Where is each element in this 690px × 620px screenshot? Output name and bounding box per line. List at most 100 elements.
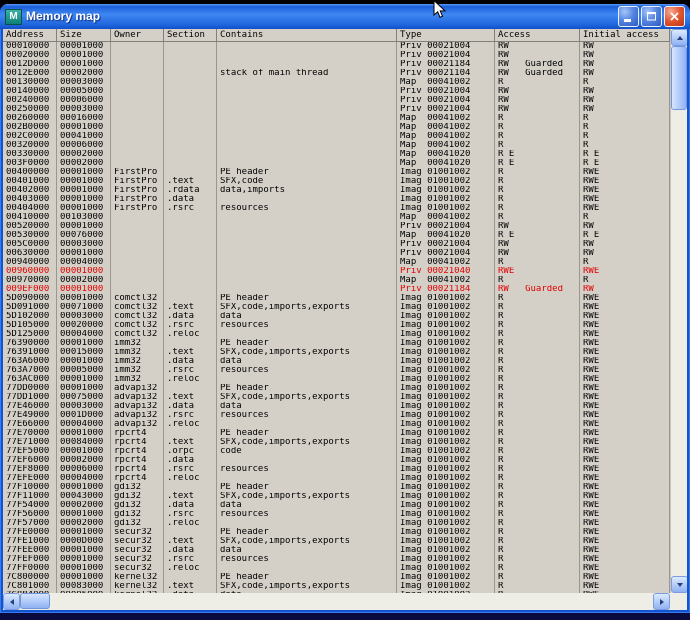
cell-access: R	[495, 555, 580, 564]
table-row[interactable]: 0040000000001000FirstProPE headerImag 01…	[3, 168, 670, 177]
column-header-address[interactable]: Address	[3, 29, 57, 41]
table-row[interactable]: 77F5700000002000gdi32.relocImag 01001002…	[3, 519, 670, 528]
table-row[interactable]: 77E490000001D000advapi32.rsrcresourcesIm…	[3, 411, 670, 420]
cell-size: 00002000	[57, 150, 111, 159]
table-row[interactable]: 5D09000000001000comctl32PE headerImag 01…	[3, 294, 670, 303]
cell-initial: RWE	[580, 330, 670, 339]
table-row[interactable]: 002B000000001000Map 00041002RR	[3, 123, 670, 132]
table-row[interactable]: 77E6600000004000advapi32.relocImag 01001…	[3, 420, 670, 429]
table-row[interactable]: 0014000000005000Priv 00021004RWRW	[3, 87, 670, 96]
scroll-left-button[interactable]	[3, 593, 20, 610]
column-header-type[interactable]: Type	[397, 29, 495, 41]
table-row[interactable]: 7C80100000083000kernel32.textSFX,code,im…	[3, 582, 670, 591]
table-row[interactable]: 002C000000041000Map 00041002RR	[3, 132, 670, 141]
table-row[interactable]: 77DD000000001000advapi32PE headerImag 01…	[3, 384, 670, 393]
table-row[interactable]: 7639000000001000imm32PE headerImag 01001…	[3, 339, 670, 348]
table-row[interactable]: 763A700000005000imm32.rsrcresourcesImag …	[3, 366, 670, 375]
vertical-scrollbar[interactable]	[670, 29, 687, 593]
table-row[interactable]: 77E7100000084000rpcrt4.textSFX,code,impo…	[3, 438, 670, 447]
table-row[interactable]: 77FE10000000D000secur32.textSFX,code,imp…	[3, 537, 670, 546]
vertical-scroll-thumb[interactable]	[671, 46, 687, 110]
minimize-button[interactable]	[618, 6, 639, 27]
close-button[interactable]	[664, 6, 685, 27]
table-row[interactable]: 77DD100000075000advapi32.textSFX,code,im…	[3, 393, 670, 402]
scroll-down-button[interactable]	[671, 576, 687, 593]
vertical-scroll-track[interactable]	[671, 46, 687, 576]
table-row[interactable]: 77F5600000001000gdi32.rsrcresourcesImag …	[3, 510, 670, 519]
horizontal-scroll-track[interactable]	[20, 593, 653, 610]
table-row[interactable]: 0040200000001000FirstPro.rdatadata,impor…	[3, 186, 670, 195]
table-row[interactable]: 77F1000000001000gdi32PE headerImag 01001…	[3, 483, 670, 492]
cell-size: 00002000	[57, 456, 111, 465]
table-row[interactable]: 0012E00000002000stack of main threadPriv…	[3, 69, 670, 78]
table-row[interactable]: 0052000000001000Priv 00021004RWRW	[3, 222, 670, 231]
cell-initial: RWE	[580, 294, 670, 303]
table-row[interactable]: 0096000000001000Priv 00021040RWERWE	[3, 267, 670, 276]
table-row[interactable]: 003F000000002000Map 00041020R ER E	[3, 159, 670, 168]
table-row[interactable]: 5D10200000003000comctl32.datadataImag 01…	[3, 312, 670, 321]
table-row[interactable]: 77F1100000043000gdi32.textSFX,code,impor…	[3, 492, 670, 501]
table-row[interactable]: 77FF000000001000secur32.relocImag 010010…	[3, 564, 670, 573]
table-row[interactable]: 5D09100000071000comctl32.textSFX,code,im…	[3, 303, 670, 312]
cell-contains	[217, 60, 397, 69]
column-header-size[interactable]: Size	[57, 29, 111, 41]
table-row[interactable]: 77F5400000002000gdi32.datadataImag 01001…	[3, 501, 670, 510]
table-row[interactable]: 0033000000002000Map 00041020R ER E	[3, 150, 670, 159]
table-row[interactable]: 0032000000006000Map 00041002RR	[3, 141, 670, 150]
table-row[interactable]: 0040100000001000FirstPro.textSFX,codeIma…	[3, 177, 670, 186]
table-row[interactable]: 7639100000015000imm32.textSFX,code,impor…	[3, 348, 670, 357]
table-row[interactable]: 0012D00000001000Priv 00021184RW GuardedR…	[3, 60, 670, 69]
window-icon[interactable]: M	[5, 9, 22, 25]
table-row[interactable]: 0024000000006000Priv 00021004RWRW	[3, 96, 670, 105]
table-row[interactable]: 77EF600000002000rpcrt4.dataImag 01001002…	[3, 456, 670, 465]
table-row[interactable]: 0040400000001000FirstPro.rsrcresourcesIm…	[3, 204, 670, 213]
table-row[interactable]: 77EFE00000004000rpcrt4.relocImag 0100100…	[3, 474, 670, 483]
titlebar[interactable]: M Memory map	[0, 4, 690, 29]
cell-contains: code	[217, 447, 397, 456]
table-row[interactable]: 77FEE00000001000secur32.datadataImag 010…	[3, 546, 670, 555]
column-header-section[interactable]: Section	[164, 29, 217, 41]
table-row[interactable]: 0063000000001000Priv 00021004RWRW	[3, 249, 670, 258]
table-row[interactable]: 77E4600000003000advapi32.datadataImag 01…	[3, 402, 670, 411]
cell-size: 00003000	[57, 402, 111, 411]
table-row[interactable]: 7C80000000001000kernel32PE headerImag 01…	[3, 573, 670, 582]
table-row[interactable]: 0002000000001000Priv 00021004RWRW	[3, 51, 670, 60]
cell-initial: R	[580, 123, 670, 132]
table-row[interactable]: 77EF500000001000rpcrt4.orpccodeImag 0100…	[3, 447, 670, 456]
table-row[interactable]: 0025000000003000Priv 00021004RWRW	[3, 105, 670, 114]
table-row[interactable]: 77FEF00000001000secur32.rsrcresourcesIma…	[3, 555, 670, 564]
horizontal-scrollbar[interactable]	[3, 593, 670, 610]
cell-address: 77DD0000	[3, 384, 57, 393]
table-row[interactable]: 0041000000103000Map 00041002RR	[3, 213, 670, 222]
table-row[interactable]: 0026000000016000Map 00041002RR	[3, 114, 670, 123]
table-row[interactable]: 005C000000003000Priv 00021004RWRW	[3, 240, 670, 249]
table-row[interactable]: 0040300000001000FirstPro.dataImag 010010…	[3, 195, 670, 204]
table-row[interactable]: 5D10500000020000comctl32.rsrcresourcesIm…	[3, 321, 670, 330]
table-row[interactable]: 763A600000001000imm32.datadataImag 01001…	[3, 357, 670, 366]
table-row[interactable]: 5D12500000004000comctl32.relocImag 01001…	[3, 330, 670, 339]
column-header-access[interactable]: Access	[495, 29, 580, 41]
scroll-right-button[interactable]	[653, 593, 670, 610]
cell-owner	[111, 249, 164, 258]
table-row[interactable]: 0053000000076000Map 00041020R ER E	[3, 231, 670, 240]
horizontal-scroll-thumb[interactable]	[20, 593, 50, 609]
table-row[interactable]: 77FE000000001000secur32PE headerImag 010…	[3, 528, 670, 537]
maximize-button[interactable]	[641, 6, 662, 27]
cell-section	[164, 159, 217, 168]
column-header-initial[interactable]: Initial access	[580, 29, 670, 41]
table-row[interactable]: 763AC00000001000imm32.relocImag 01001002…	[3, 375, 670, 384]
table-row[interactable]: 0001000000001000Priv 00021004RWRW	[3, 42, 670, 51]
close-icon	[668, 10, 681, 23]
table-row[interactable]: 009EF00000001000Priv 00021184RW GuardedR…	[3, 285, 670, 294]
cell-size: 00005000	[57, 366, 111, 375]
cell-section	[164, 384, 217, 393]
table-row[interactable]: 77E7000000001000rpcrt4PE headerImag 0100…	[3, 429, 670, 438]
table-row[interactable]: 0094000000004000Map 00041002RR	[3, 258, 670, 267]
column-header-contains[interactable]: Contains	[217, 29, 397, 41]
cell-access: R	[495, 177, 580, 186]
table-row[interactable]: 0013000000003000Map 00041002RR	[3, 78, 670, 87]
table-row[interactable]: 77EF800000006000rpcrt4.rsrcresourcesImag…	[3, 465, 670, 474]
table-row[interactable]: 0097000000002000Map 00041002RR	[3, 276, 670, 285]
scroll-up-button[interactable]	[671, 29, 687, 46]
column-header-owner[interactable]: Owner	[111, 29, 164, 41]
